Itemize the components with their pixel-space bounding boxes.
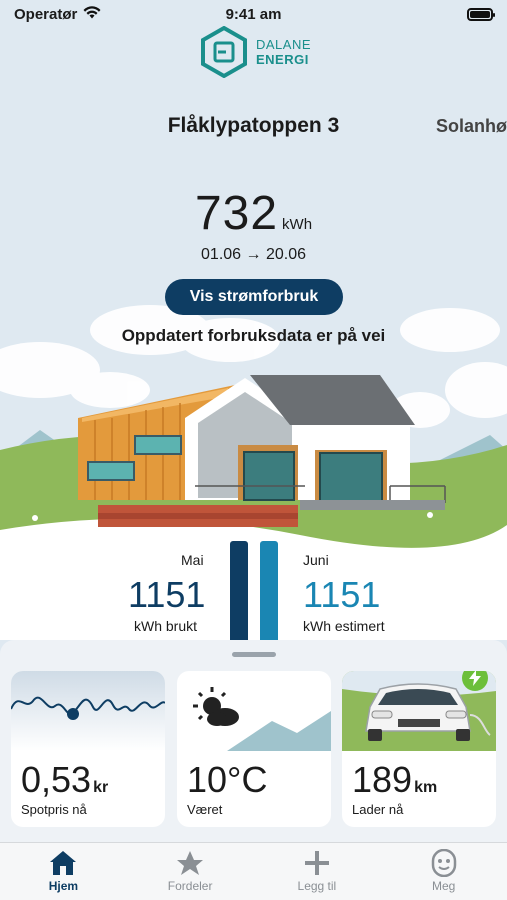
status-time: 9:41 am (225, 5, 282, 23)
month-right-label: Juni (303, 552, 329, 568)
month-left-value: 1151 (128, 574, 206, 615)
tab-home-label: Hjem (48, 879, 79, 893)
star-icon (177, 851, 204, 875)
ev-range-label: Lader nå (352, 802, 404, 817)
show-consumption-button[interactable]: Vis strømforbruk (165, 279, 343, 315)
month-left-sublabel: kWh brukt (134, 618, 198, 634)
weather-card[interactable]: 10°C Været (177, 671, 331, 827)
logo-hexagon-icon (201, 26, 247, 78)
house-illustration (0, 305, 507, 640)
tab-home[interactable]: Hjem (0, 843, 126, 893)
month-right-sublabel: kWh estimert (303, 618, 385, 634)
month-left-label: Mai (181, 552, 204, 568)
home-icon (50, 851, 77, 875)
spot-price-value: 0,53 kr (21, 759, 109, 800)
status-bar: Operatør 9:41 am (0, 0, 507, 28)
partly-cloudy-icon (193, 687, 331, 751)
brand-logo: DALANE ENERGI (200, 26, 311, 78)
spot-price-card[interactable]: 0,53 kr Spotpris nå (11, 671, 165, 827)
ev-charging-card[interactable]: 189 km Lader nå (342, 671, 496, 827)
usage-total: 732 kWh (0, 186, 507, 241)
weather-label: Været (187, 802, 223, 817)
tab-bar: Hjem Fordeler Legg til Meg (0, 842, 507, 900)
tab-benefits[interactable]: Fordeler (127, 843, 253, 893)
usage-value: 732 (194, 187, 279, 240)
ev-range-value: 189 km (352, 759, 438, 800)
battery-icon (467, 7, 495, 21)
logo-line2: ENERGI (256, 52, 309, 67)
temperature-value: 10°C (187, 759, 268, 800)
tab-profile-label: Meg (431, 879, 456, 893)
spot-price-label: Spotpris nå (21, 802, 87, 817)
month-left-bar (230, 541, 248, 641)
tab-profile[interactable]: Meg (381, 843, 507, 893)
usage-unit: kWh (282, 216, 313, 233)
update-notice: Oppdatert forbruksdata er på vei (121, 326, 386, 345)
sheet-handle[interactable] (232, 652, 276, 657)
logo-text: DALANE ENERGI (256, 37, 311, 67)
bottom-sheet[interactable]: 0,53 kr Spotpris nå 10°C Været 189 km La… (0, 640, 507, 842)
location-next[interactable]: Solanhø (436, 116, 507, 137)
face-icon (431, 849, 456, 877)
month-right-value: 1151 (303, 574, 381, 615)
location-title[interactable]: Flåklypatoppen 3 (0, 114, 507, 138)
month-right-bar (260, 541, 278, 641)
logo-line1: DALANE (256, 37, 312, 52)
price-chart-icon (11, 671, 165, 751)
tab-benefits-label: Fordeler (167, 879, 213, 893)
plus-icon (304, 851, 329, 875)
tab-add[interactable]: Legg til (254, 843, 380, 893)
tab-add-label: Legg til (297, 879, 337, 893)
usage-date-range: 01.06 → 20.06 (201, 246, 306, 263)
